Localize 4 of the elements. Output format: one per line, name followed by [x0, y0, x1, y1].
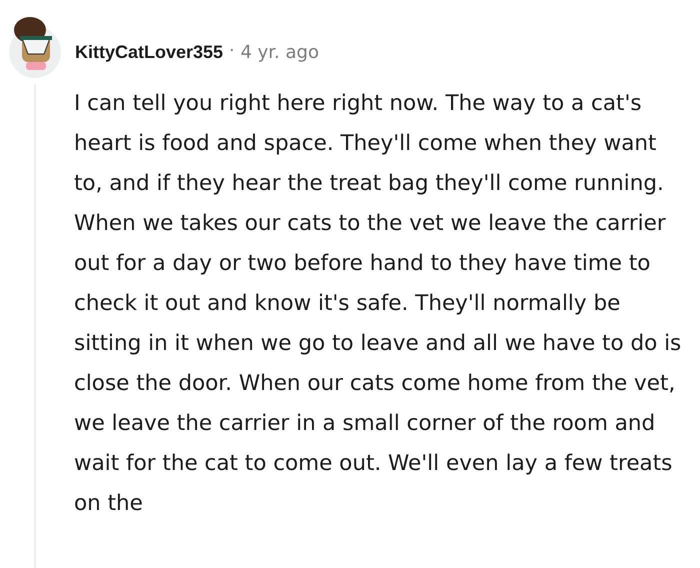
comment-text: I can tell you right here right now. The way to a cat's heart is food and space. They'll come when they want to, and if they hear the treat bag they'll come running. When we takes our cats to the vet we leave the carrier out for a day or two before hand to they have time to check it out and know it's safe. They'll normally be sitting in it when we go to leave and all we have to do is close the door. When our cats come home from the vet, we leave the carrier in a small corner of the room and wait for the cat to come out. We'll even lay a few treats on the [74, 90, 682, 518]
username[interactable]: KittyCatLover355 [75, 38, 224, 66]
separator: · [229, 40, 234, 64]
timestamp: 4 yr. ago [240, 40, 319, 64]
